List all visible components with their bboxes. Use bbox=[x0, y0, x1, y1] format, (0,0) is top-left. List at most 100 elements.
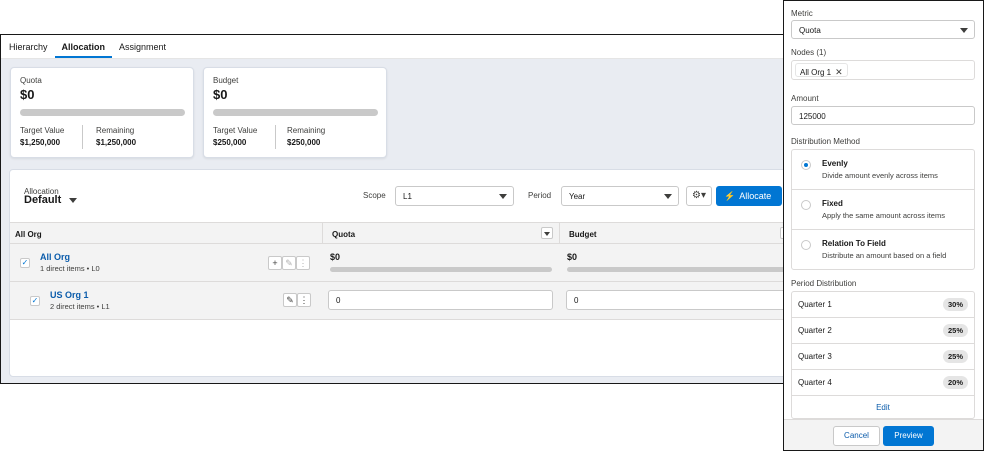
more-vertical-icon[interactable]: ⋮ bbox=[297, 293, 311, 307]
option-title: Relation To Field bbox=[822, 239, 886, 248]
chevron-down-icon bbox=[960, 28, 968, 33]
column-header-all-org: All Org bbox=[15, 230, 42, 239]
plus-icon[interactable]: + bbox=[268, 256, 282, 270]
table-header: All Org Quota Budget bbox=[10, 222, 789, 244]
pencil-icon[interactable]: ✎ bbox=[282, 256, 296, 270]
metric-value: Quota bbox=[799, 26, 821, 35]
pencil-icon[interactable]: ✎ bbox=[283, 293, 297, 307]
settings-button[interactable]: ⚙▾ bbox=[686, 186, 712, 206]
nodes-field[interactable]: All Org 1 ✕ bbox=[791, 60, 975, 80]
distribution-method-label: Distribution Method bbox=[791, 137, 860, 146]
radio-button[interactable] bbox=[801, 160, 811, 170]
radio-button[interactable] bbox=[801, 200, 811, 210]
card-value: $0 bbox=[213, 87, 228, 102]
tab-bar: Hierarchy Allocation Assignment bbox=[1, 35, 789, 59]
option-relation-to-field[interactable]: Relation To Field Distribute an amount b… bbox=[792, 230, 974, 270]
scope-label: Scope bbox=[363, 191, 386, 200]
list-item: Quarter 3 25% bbox=[792, 344, 974, 370]
preview-button[interactable]: Preview bbox=[883, 426, 934, 446]
option-fixed[interactable]: Fixed Apply the same amount across items bbox=[792, 190, 974, 230]
target-value-label: Target Value bbox=[213, 126, 258, 135]
period-distribution-label: Period Distribution bbox=[791, 279, 857, 288]
option-description: Apply the same amount across items bbox=[822, 211, 945, 220]
chevron-down-icon bbox=[664, 194, 672, 199]
magic-wand-icon: ⚡ bbox=[724, 191, 736, 201]
scope-select[interactable]: L1 bbox=[395, 186, 514, 206]
period-label: Period bbox=[528, 191, 552, 200]
target-value: $250,000 bbox=[213, 138, 247, 147]
quota-column-menu[interactable] bbox=[541, 227, 553, 239]
period-name: Quarter 2 bbox=[798, 326, 832, 335]
cancel-button[interactable]: Cancel bbox=[833, 426, 880, 446]
metric-label: Metric bbox=[791, 9, 813, 18]
period-percent-badge: 25% bbox=[942, 350, 968, 363]
chevron-down-icon bbox=[499, 194, 507, 199]
budget-input[interactable]: 0 bbox=[566, 290, 789, 310]
budget-summary-card: Budget $0 Target Value $250,000 Remainin… bbox=[203, 67, 387, 158]
target-value-label: Target Value bbox=[20, 126, 65, 135]
nodes-label: Nodes (1) bbox=[791, 48, 827, 57]
allocation-selector[interactable]: Default bbox=[24, 194, 61, 206]
row-checkbox[interactable]: ✓ bbox=[20, 258, 30, 268]
tab-allocation[interactable]: Allocation bbox=[54, 42, 113, 58]
period-name: Quarter 3 bbox=[798, 352, 832, 361]
card-label: Quota bbox=[20, 76, 42, 85]
period-name: Quarter 1 bbox=[798, 300, 832, 309]
option-evenly[interactable]: Evenly Divide amount evenly across items bbox=[792, 150, 974, 190]
remaining-value: $1,250,000 bbox=[96, 138, 137, 147]
option-title: Fixed bbox=[822, 199, 843, 208]
column-header-budget: Budget bbox=[569, 230, 597, 239]
card-label: Budget bbox=[213, 76, 239, 85]
period-percent-badge: 25% bbox=[942, 324, 968, 337]
drawer-footer: Cancel Preview bbox=[784, 419, 983, 450]
remaining-label: Remaining bbox=[96, 126, 135, 135]
node-pill: All Org 1 ✕ bbox=[795, 63, 848, 77]
list-item: Quarter 1 30% bbox=[792, 292, 974, 318]
period-value: Year bbox=[569, 192, 586, 201]
quota-input[interactable]: 0 bbox=[328, 290, 553, 310]
option-title: Evenly bbox=[822, 159, 848, 168]
card-progress-bar bbox=[20, 109, 185, 116]
remaining-label: Remaining bbox=[287, 126, 326, 135]
period-percent-badge: 20% bbox=[942, 376, 968, 389]
card-divider bbox=[275, 125, 276, 149]
target-value: $1,250,000 bbox=[20, 138, 61, 147]
quota-value: $0 bbox=[330, 252, 341, 262]
close-icon[interactable]: ✕ bbox=[835, 67, 843, 77]
remaining-value: $250,000 bbox=[287, 138, 321, 147]
budget-progress-bar bbox=[567, 267, 789, 272]
metric-select[interactable]: Quota bbox=[791, 20, 975, 39]
option-description: Divide amount evenly across items bbox=[822, 171, 938, 180]
card-value: $0 bbox=[20, 87, 35, 102]
radio-button[interactable] bbox=[801, 240, 811, 250]
period-name: Quarter 4 bbox=[798, 378, 832, 387]
card-divider bbox=[82, 125, 83, 149]
row-checkbox[interactable]: ✓ bbox=[30, 296, 40, 306]
allocation-panel: Allocation Default Scope L1 Period Year … bbox=[9, 169, 789, 377]
node-subtitle: 2 direct items • L1 bbox=[50, 302, 110, 311]
more-vertical-icon[interactable]: ⋮ bbox=[296, 256, 310, 270]
gear-icon: ⚙▾ bbox=[692, 190, 706, 201]
column-header-quota: Quota bbox=[332, 230, 356, 239]
amount-input[interactable]: 125000 bbox=[791, 106, 975, 125]
node-pill-label: All Org 1 bbox=[800, 68, 832, 77]
table-row: ✓ US Org 1 2 direct items • L1 ✎ ⋮ 0 0 bbox=[10, 282, 789, 320]
edit-link[interactable]: Edit bbox=[792, 403, 974, 412]
tab-assignment[interactable]: Assignment bbox=[119, 42, 166, 58]
chevron-down-icon[interactable] bbox=[69, 198, 77, 203]
node-link[interactable]: All Org bbox=[40, 252, 70, 262]
allocate-button[interactable]: ⚡ Allocate bbox=[716, 186, 782, 206]
tab-hierarchy[interactable]: Hierarchy bbox=[9, 42, 48, 58]
quota-summary-card: Quota $0 Target Value $1,250,000 Remaini… bbox=[10, 67, 194, 158]
amount-label: Amount bbox=[791, 94, 819, 103]
list-item: Quarter 2 25% bbox=[792, 318, 974, 344]
budget-value: $0 bbox=[567, 252, 578, 262]
period-select[interactable]: Year bbox=[561, 186, 679, 206]
option-description: Distribute an amount based on a field bbox=[822, 251, 947, 260]
table-row: ✓ All Org 1 direct items • L0 + ✎ ⋮ $0 $… bbox=[10, 244, 789, 282]
node-link[interactable]: US Org 1 bbox=[50, 290, 89, 300]
allocation-drawer: Metric Quota Nodes (1) All Org 1 ✕ Amount… bbox=[783, 0, 984, 451]
content-area: Quota $0 Target Value $1,250,000 Remaini… bbox=[1, 59, 789, 383]
period-distribution-list: Quarter 1 30% Quarter 2 25% Quarter 3 25… bbox=[791, 291, 975, 419]
allocation-workspace: Hierarchy Allocation Assignment Quota $0… bbox=[0, 34, 790, 384]
